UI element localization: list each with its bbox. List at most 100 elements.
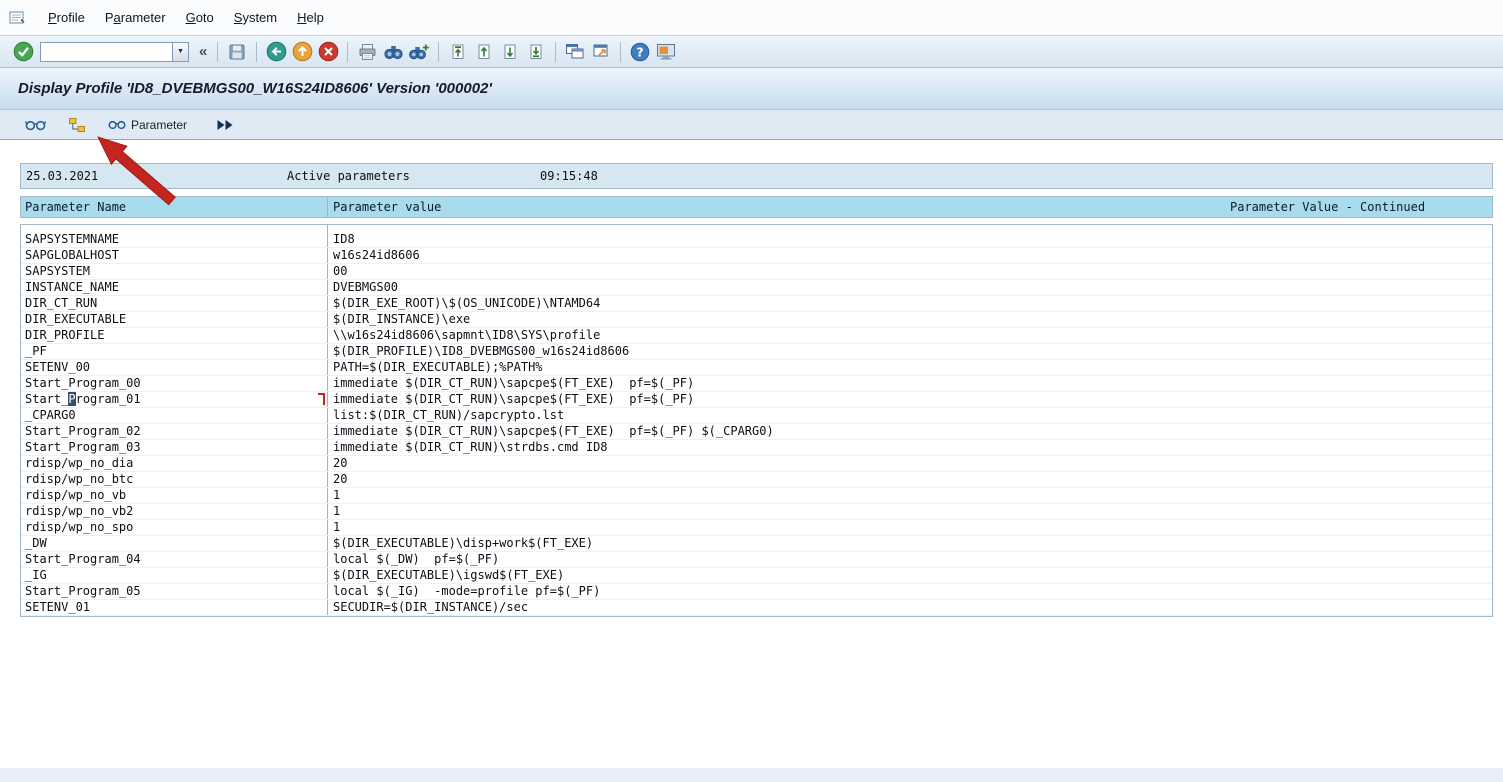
new-session-button[interactable] — [562, 39, 588, 65]
table-row[interactable]: Start_Program_00immediate $(DIR_CT_RUN)\… — [21, 376, 1492, 392]
text-cursor: P — [68, 392, 75, 406]
param-value: w16s24id8606 — [333, 248, 420, 263]
table-row[interactable]: DIR_EXECUTABLE$(DIR_INSTANCE)\exe — [21, 312, 1492, 328]
table-row[interactable]: Start_Program_05local $(_IG) -mode=profi… — [21, 584, 1492, 600]
back-button[interactable] — [263, 39, 289, 65]
table-row[interactable]: rdisp/wp_no_dia20 — [21, 456, 1492, 472]
command-input[interactable] — [40, 42, 172, 62]
table-row[interactable]: rdisp/wp_no_spo1 — [21, 520, 1492, 536]
param-name: Start_Program_05 — [25, 584, 141, 599]
param-name: SETENV_01 — [25, 600, 90, 615]
collapse-command-button[interactable]: « — [195, 43, 211, 60]
save-button[interactable] — [224, 39, 250, 65]
param-name: Start_Program_01 — [25, 392, 141, 407]
double-arrow-right-icon — [215, 119, 234, 131]
param-name: _PF — [25, 344, 47, 359]
param-name: rdisp/wp_no_btc — [25, 472, 133, 487]
param-value: SECUDIR=$(DIR_INSTANCE)/sec — [333, 600, 528, 615]
param-name: INSTANCE_NAME — [25, 280, 119, 295]
table-row[interactable]: _DW $(DIR_EXECUTABLE)\disp+work$(FT_EXE) — [21, 536, 1492, 552]
basic-maintenance-button[interactable] — [65, 115, 89, 135]
table-row[interactable]: DIR_PROFILE\\w16s24id8606\sapmnt\ID8\SYS… — [21, 328, 1492, 344]
display-button[interactable] — [22, 117, 49, 133]
table-row[interactable]: _CPARG0 list:$(DIR_CT_RUN)/sapcrypto.lst — [21, 408, 1492, 424]
column-header-row: Parameter Name Parameter value Parameter… — [20, 196, 1493, 218]
column-parameter-value: Parameter value — [333, 197, 441, 217]
table-row[interactable]: SAPGLOBALHOSTw16s24id8606 — [21, 248, 1492, 264]
param-value: $(DIR_EXECUTABLE)\igswd$(FT_EXE) — [333, 568, 564, 583]
exit-button[interactable] — [289, 39, 315, 65]
next-screen-button[interactable] — [212, 117, 237, 133]
param-value: $(DIR_EXE_ROOT)\$(OS_UNICODE)\NTAMD64 — [333, 296, 600, 311]
table-row[interactable]: Start_Program_04local $(_DW) pf=$(_PF) — [21, 552, 1492, 568]
help-button[interactable]: ? — [627, 39, 653, 65]
command-dropdown-button[interactable]: ▼ — [172, 42, 189, 62]
param-value: $(DIR_EXECUTABLE)\disp+work$(FT_EXE) — [333, 536, 593, 551]
parameter-button[interactable]: Parameter — [105, 116, 190, 134]
menu-help[interactable]: Help — [287, 6, 334, 29]
find-next-button[interactable] — [406, 39, 432, 65]
toolbar-separator — [217, 42, 218, 62]
first-page-button[interactable] — [445, 39, 471, 65]
param-value: $(DIR_PROFILE)\ID8_DVEBMGS00_w16s24id860… — [333, 344, 629, 359]
first-page-icon — [450, 43, 466, 61]
param-name: _CPARG0 — [25, 408, 76, 423]
table-row[interactable]: _PF $(DIR_PROFILE)\ID8_DVEBMGS00_w16s24id… — [21, 344, 1492, 360]
customize-layout-icon — [656, 43, 676, 61]
param-name: SAPSYSTEM — [25, 264, 90, 279]
menu-parameter[interactable]: Parameter — [95, 6, 176, 29]
menu-profile[interactable]: Profile — [38, 6, 95, 29]
table-row[interactable]: DIR_CT_RUN$(DIR_EXE_ROOT)\$(OS_UNICODE)\… — [21, 296, 1492, 312]
param-value: immediate $(DIR_CT_RUN)\sapcpe$(FT_EXE) … — [333, 392, 694, 407]
toolbar-separator — [438, 42, 439, 62]
last-page-icon — [528, 43, 544, 61]
param-name: SETENV_00 — [25, 360, 90, 375]
report-header-band: 25.03.2021 Active parameters 09:15:48 — [20, 163, 1493, 189]
hierarchy-icon — [68, 117, 86, 133]
page-up-icon — [476, 43, 492, 61]
table-row[interactable]: SAPSYSTEM00 — [21, 264, 1492, 280]
param-name: _DW — [25, 536, 47, 551]
report-time: 09:15:48 — [540, 164, 598, 188]
table-row[interactable]: SETENV_01 SECUDIR=$(DIR_INSTANCE)/sec — [21, 600, 1492, 616]
print-button[interactable] — [354, 39, 380, 65]
print-icon — [358, 43, 377, 61]
menu-system[interactable]: System — [224, 6, 287, 29]
table-row[interactable]: _IG$(DIR_EXECUTABLE)\igswd$(FT_EXE) — [21, 568, 1492, 584]
enter-button[interactable] — [10, 39, 36, 65]
param-value: ID8 — [333, 232, 355, 247]
param-value: 20 — [333, 456, 347, 471]
parameter-button-label: Parameter — [131, 118, 187, 132]
table-row[interactable]: rdisp/wp_no_vb1 — [21, 488, 1492, 504]
cancel-button[interactable] — [315, 39, 341, 65]
page-down-icon — [502, 43, 518, 61]
chevron-down-icon: ▼ — [177, 48, 184, 55]
param-value: 20 — [333, 472, 347, 487]
param-name: Start_Program_03 — [25, 440, 141, 455]
param-value: immediate $(DIR_CT_RUN)\sapcpe$(FT_EXE) … — [333, 376, 694, 391]
help-icon: ? — [630, 42, 650, 62]
last-page-button[interactable] — [523, 39, 549, 65]
table-row[interactable]: INSTANCE_NAMEDVEBMGS00 — [21, 280, 1492, 296]
find-button[interactable] — [380, 39, 406, 65]
customize-layout-button[interactable] — [653, 39, 679, 65]
create-shortcut-button[interactable] — [588, 39, 614, 65]
cancel-icon — [318, 41, 339, 62]
parameter-list: SAPSYSTEMNAMEID8SAPGLOBALHOSTw16s24id860… — [20, 224, 1493, 617]
table-row[interactable]: rdisp/wp_no_vb21 — [21, 504, 1492, 520]
page-down-button[interactable] — [497, 39, 523, 65]
param-name: rdisp/wp_no_spo — [25, 520, 133, 535]
annotation-bracket — [318, 393, 325, 405]
table-row[interactable]: SAPSYSTEMNAMEID8 — [21, 232, 1492, 248]
menu-goto[interactable]: Goto — [176, 6, 224, 29]
table-row[interactable]: SETENV_00PATH=$(DIR_EXECUTABLE);%PATH% — [21, 360, 1492, 376]
table-row[interactable]: Start_Program_02immediate $(DIR_CT_RUN)\… — [21, 424, 1492, 440]
table-row[interactable]: Start_Program_01 immediate $(DIR_CT_RUN)\… — [21, 392, 1492, 408]
report-title: Active parameters — [287, 164, 410, 188]
param-value: list:$(DIR_CT_RUN)/sapcrypto.lst — [333, 408, 564, 423]
system-menu-icon[interactable] — [6, 8, 30, 28]
page-up-button[interactable] — [471, 39, 497, 65]
table-row[interactable]: Start_Program_03immediate $(DIR_CT_RUN)\… — [21, 440, 1492, 456]
system-toolbar: ▼ « — [0, 36, 1503, 68]
table-row[interactable]: rdisp/wp_no_btc 20 — [21, 472, 1492, 488]
